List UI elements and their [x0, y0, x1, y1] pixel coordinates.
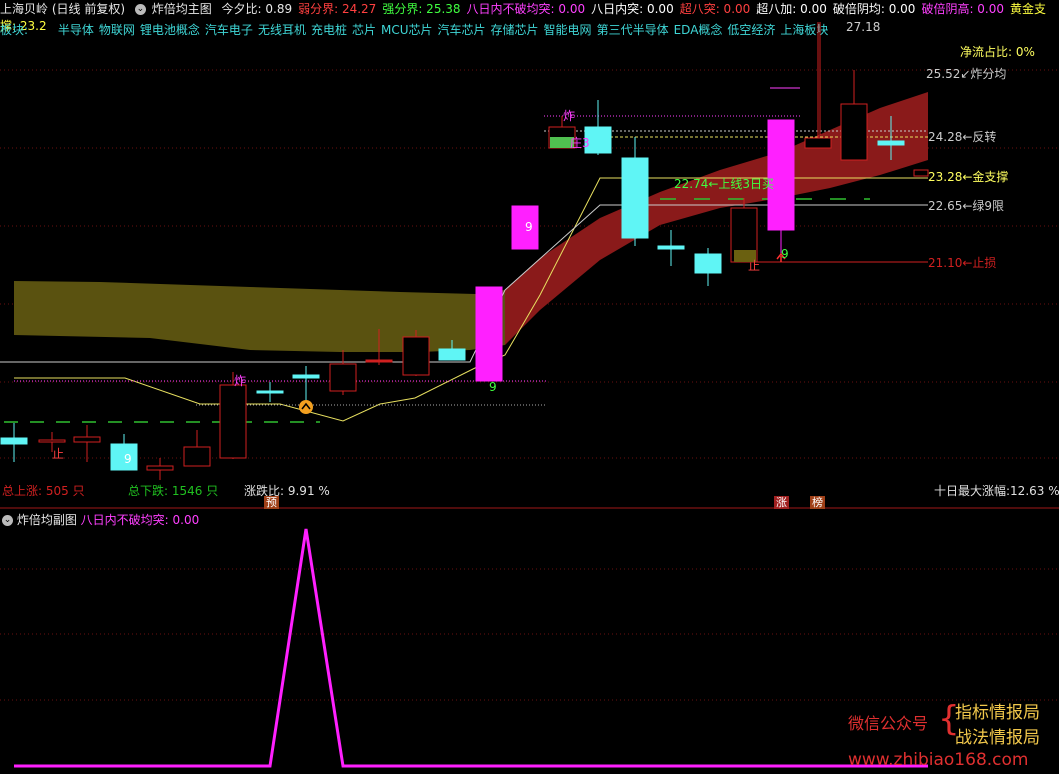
- olive-cloud: [14, 281, 505, 352]
- price-label-10: 庄3: [570, 135, 590, 150]
- sub-title[interactable]: 炸倍均副图: [17, 513, 77, 527]
- price-label-9: 炸: [563, 109, 575, 123]
- candle-body-4: [146, 465, 174, 471]
- badge-zhang[interactable]: 涨: [774, 496, 789, 509]
- candle-body-21: [767, 119, 795, 231]
- price-label-4: 23.28←金支撑: [928, 169, 1008, 184]
- candle-body-18: [657, 245, 685, 250]
- candle-body-19: [694, 253, 722, 274]
- candle-body-11: [402, 336, 430, 376]
- price-label-16: 9: [781, 247, 789, 261]
- price-label-7: 22.74←上线3日买: [674, 177, 774, 191]
- stat-up: 总上涨: 505 只: [2, 484, 85, 498]
- candle-body-17: [621, 157, 649, 239]
- price-label-1: 净流占比: 0%: [960, 44, 1035, 59]
- price-label-2: 25.52↙炸分均: [926, 67, 1006, 81]
- candle-body-22: [804, 137, 832, 149]
- price-label-11: 止: [52, 447, 64, 461]
- sub-item-value: 0.00: [172, 513, 200, 527]
- candle-body-2: [73, 436, 101, 443]
- stat-down: 总下跌: 1546 只: [128, 484, 219, 498]
- badge-bang[interactable]: 榜: [810, 496, 825, 509]
- sub-item-label: 八日内不破均突:: [80, 513, 169, 527]
- watermark-name-2: 战法情报局: [955, 728, 1040, 748]
- gold-support-marker: [913, 169, 929, 177]
- watermark-url: www.zhibiao168.com: [848, 750, 1029, 770]
- candle-body-12: [438, 348, 466, 361]
- price-label-12: 止: [748, 259, 760, 273]
- candle-body-0: [0, 437, 28, 445]
- candle-body-13: [475, 286, 503, 382]
- main-chart[interactable]: 27.18 净流占比: 0% 25.52↙炸分均 24.28←反转 23.28←金支撑 2…: [0, 0, 1059, 774]
- candle-body-6: [219, 384, 247, 459]
- price-label-0: 27.18: [846, 20, 880, 34]
- price-label-8: 炸: [234, 374, 246, 388]
- candle-body-24: [877, 140, 905, 146]
- candle-body-23: [840, 103, 868, 161]
- candle-body-7: [256, 390, 284, 394]
- candle-body-1: [38, 439, 66, 443]
- sub-header: ⌄ 炸倍均副图 八日内不破均突: 0.00: [2, 511, 199, 528]
- stat-ratio: 涨跌比: 9.91 %: [244, 484, 330, 498]
- candle-body-5: [183, 446, 211, 467]
- candle-body-9: [329, 363, 357, 392]
- badge-yu[interactable]: 预: [264, 496, 279, 509]
- price-label-14: 9: [525, 220, 533, 234]
- stat-max: 十日最大涨幅:12.63 %: [934, 484, 1059, 498]
- price-label-5: 22.65←绿9限: [928, 198, 1004, 213]
- price-label-3: 24.28←反转: [928, 129, 996, 144]
- up-arrow-circle: [299, 400, 313, 414]
- watermark-name-1: 指标情报局: [955, 703, 1040, 723]
- sub-menu-icon[interactable]: ⌄: [2, 515, 13, 526]
- price-label-15: 9: [489, 380, 497, 394]
- price-label-13: 9: [124, 452, 132, 466]
- watermark-wechat: 微信公众号: [848, 714, 929, 733]
- candle-body-8: [292, 374, 320, 379]
- candle-body-10: [365, 359, 393, 363]
- price-label-6: 21.10←止损: [928, 256, 996, 270]
